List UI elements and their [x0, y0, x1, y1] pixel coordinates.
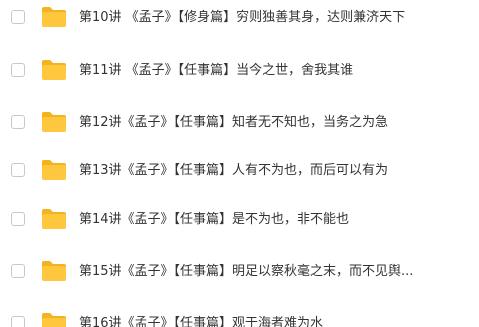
folder-icon	[41, 208, 67, 230]
folder-icon	[41, 312, 67, 327]
file-name[interactable]: 第16讲《孟子》【任事篇】观于海者难为水	[79, 314, 471, 327]
list-item[interactable]: 第16讲《孟子》【任事篇】观于海者难为水	[0, 309, 479, 327]
folder-icon	[41, 111, 67, 133]
row-checkbox[interactable]	[11, 316, 25, 327]
file-name[interactable]: 第12讲《孟子》【任事篇】知者无不知也，当务之为急	[79, 113, 471, 133]
folder-icon	[41, 6, 67, 28]
list-item[interactable]: 第10讲 《孟子》【修身篇】穷则独善其身，达则兼济天下	[0, 3, 479, 33]
list-item[interactable]: 第12讲《孟子》【任事篇】知者无不知也，当务之为急	[0, 108, 479, 138]
folder-icon	[41, 59, 67, 81]
row-checkbox[interactable]	[11, 115, 25, 129]
folder-icon	[41, 260, 67, 282]
list-item[interactable]: 第13讲《孟子》【任事篇】人有不为也，而后可以有为	[0, 156, 479, 186]
row-checkbox[interactable]	[11, 10, 25, 24]
list-item[interactable]: 第11讲 《孟子》【任事篇】当今之世，舍我其谁	[0, 56, 479, 86]
file-name[interactable]: 第13讲《孟子》【任事篇】人有不为也，而后可以有为	[79, 161, 471, 181]
row-checkbox[interactable]	[11, 163, 25, 177]
row-checkbox[interactable]	[11, 212, 25, 226]
row-checkbox[interactable]	[11, 63, 25, 77]
row-checkbox[interactable]	[11, 264, 25, 278]
file-name[interactable]: 第10讲 《孟子》【修身篇】穷则独善其身，达则兼济天下	[79, 8, 471, 28]
file-name[interactable]: 第14讲《孟子》【任事篇】是不为也，非不能也	[79, 210, 471, 230]
folder-icon	[41, 159, 67, 181]
file-list: 第10讲 《孟子》【修身篇】穷则独善其身，达则兼济天下 第11讲 《孟子》【任事…	[0, 0, 479, 327]
list-item[interactable]: 第15讲《孟子》【任事篇】明足以察秋毫之末，而不见舆...	[0, 257, 479, 287]
file-name[interactable]: 第15讲《孟子》【任事篇】明足以察秋毫之末，而不见舆...	[79, 262, 471, 282]
file-name[interactable]: 第11讲 《孟子》【任事篇】当今之世，舍我其谁	[79, 61, 471, 81]
list-item[interactable]: 第14讲《孟子》【任事篇】是不为也，非不能也	[0, 205, 479, 235]
